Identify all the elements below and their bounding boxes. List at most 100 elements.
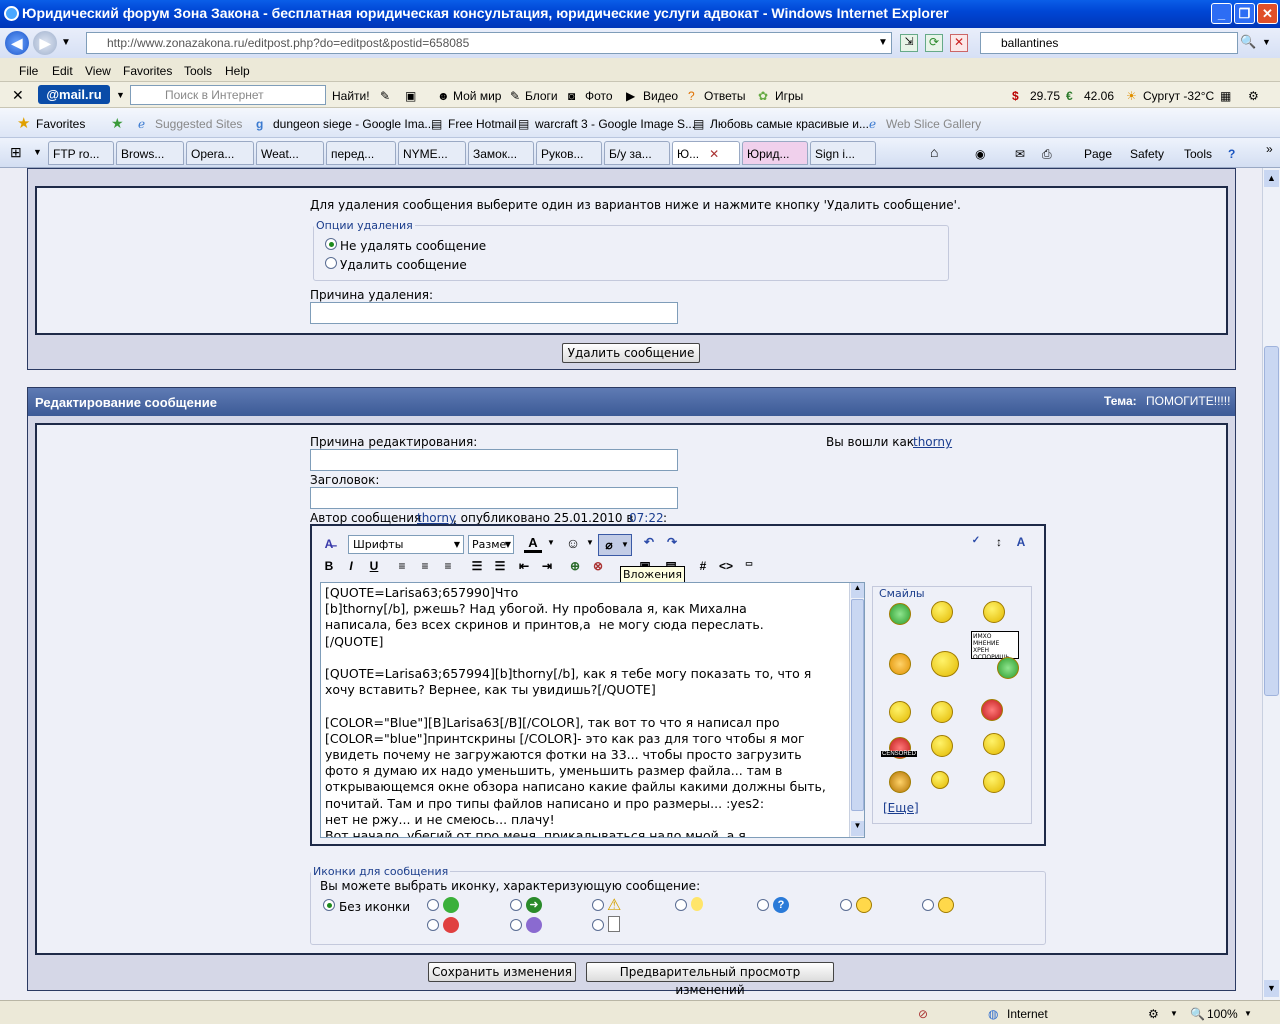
size-select[interactable]: Разме ▼ bbox=[468, 535, 514, 554]
italic-icon[interactable]: I bbox=[342, 559, 360, 573]
chevron-down-icon[interactable]: ▼ bbox=[1170, 1009, 1178, 1018]
mailru-find-button[interactable]: Найти! bbox=[332, 89, 370, 103]
logged-in-user-link[interactable]: thorny bbox=[913, 435, 952, 449]
attachment-button[interactable]: ⌀ ▼ bbox=[598, 534, 632, 556]
tab-active[interactable]: Ю... ✕ bbox=[672, 141, 740, 165]
fav-item-suggested[interactable]: Suggested Sites bbox=[155, 117, 242, 131]
tab-nyme[interactable]: NYME... bbox=[398, 141, 466, 165]
wave-smiley-icon[interactable] bbox=[931, 735, 953, 757]
roll-smiley-icon[interactable] bbox=[931, 601, 953, 623]
highlight-icon[interactable]: ✎ bbox=[380, 89, 390, 103]
bold-icon[interactable]: B bbox=[320, 559, 338, 573]
refresh-icon[interactable]: ⟳ bbox=[925, 34, 943, 52]
tab-zamok[interactable]: Замок... bbox=[468, 141, 534, 165]
more-icon[interactable]: » bbox=[1266, 142, 1273, 156]
icon-radio-arrow[interactable] bbox=[510, 899, 522, 911]
page-icon[interactable]: ▣ bbox=[405, 89, 416, 103]
page-scroll-thumb[interactable] bbox=[1264, 346, 1279, 696]
url-input[interactable]: http://www.zonazakona.ru/editpost.php?do… bbox=[86, 32, 892, 54]
mailru-item-video[interactable]: Видео bbox=[643, 89, 678, 103]
underline-icon[interactable]: U bbox=[365, 559, 383, 573]
options-icon[interactable]: ⚙ bbox=[1248, 89, 1259, 103]
dance-smiley-icon[interactable] bbox=[931, 701, 953, 723]
fav-item-warcraft[interactable]: warcraft 3 - Google Image S... bbox=[535, 117, 695, 131]
icon-radio-idea[interactable] bbox=[675, 899, 687, 911]
code-icon[interactable]: <> bbox=[717, 559, 735, 573]
tab-bu[interactable]: Б/у за... bbox=[604, 141, 670, 165]
cool-smiley-icon[interactable] bbox=[931, 651, 959, 677]
search-icon[interactable]: 🔍 bbox=[1240, 34, 1256, 50]
edit-reason-input[interactable] bbox=[310, 449, 678, 471]
chevron-down-icon[interactable]: ▼ bbox=[581, 538, 599, 547]
imho-sign-icon[interactable]: ИМХО МНЕНИЕ ХРЕН ОСПОРИШЬ bbox=[971, 631, 1019, 661]
tab-list-icon[interactable]: ▼ bbox=[33, 147, 42, 157]
mailru-dropdown-icon[interactable]: ▼ bbox=[116, 90, 125, 100]
page-scrollbar[interactable]: ▲ ▼ bbox=[1262, 168, 1280, 1000]
cowboy-smiley-icon[interactable] bbox=[889, 771, 911, 793]
mail-icon[interactable]: ✉ bbox=[1015, 147, 1025, 161]
spellcheck-icon[interactable]: ✓ bbox=[967, 535, 985, 546]
add-favorite-icon[interactable]: ★ bbox=[111, 115, 124, 132]
safety-menu[interactable]: Safety bbox=[1130, 147, 1164, 161]
insert-link-icon[interactable]: ⊕ bbox=[566, 559, 584, 573]
stop-icon[interactable]: ✕ bbox=[950, 34, 968, 52]
mailru-search-input[interactable]: Поиск в Интернет bbox=[130, 85, 326, 105]
fav-item-dungeon[interactable]: dungeon siege - Google Ima... bbox=[273, 117, 434, 131]
icon-radio-angry[interactable] bbox=[427, 919, 439, 931]
radio-keep-message[interactable] bbox=[325, 238, 337, 250]
toolbar-close-icon[interactable]: ✕ bbox=[12, 87, 24, 104]
tab-close-icon[interactable]: ✕ bbox=[709, 147, 719, 161]
popup-blocker-icon[interactable]: ⊘ bbox=[918, 1007, 928, 1021]
chevron-down-icon[interactable]: ▼ bbox=[542, 538, 560, 547]
close-button[interactable]: ✕ bbox=[1257, 3, 1278, 24]
smiley-icon[interactable]: ☺ bbox=[564, 535, 582, 551]
tab-rukov[interactable]: Руков... bbox=[536, 141, 602, 165]
icon-radio-warning[interactable] bbox=[592, 899, 604, 911]
message-editor[interactable]: [QUOTE=Larisa63;657990]Что [b]thorny[/b]… bbox=[320, 582, 865, 838]
save-changes-button[interactable]: Сохранить изменения bbox=[428, 962, 576, 982]
mailru-item-myworld[interactable]: Мой мир bbox=[453, 89, 501, 103]
weather-text[interactable]: Сургут -32°C bbox=[1143, 89, 1214, 103]
ordered-list-icon[interactable]: ☰ bbox=[468, 559, 486, 573]
text-color-icon[interactable]: A bbox=[524, 535, 542, 553]
feeds-icon[interactable]: ◉ bbox=[975, 147, 985, 161]
compatibility-icon[interactable]: ⇲ bbox=[900, 34, 918, 52]
remove-link-icon[interactable]: ⊗ bbox=[589, 559, 607, 573]
redo-icon[interactable]: ↷ bbox=[663, 535, 681, 549]
tab-browser[interactable]: Brows... bbox=[116, 141, 184, 165]
maximize-button[interactable]: ❐ bbox=[1234, 3, 1255, 24]
fav-item-love[interactable]: Любовь самые красивые и... bbox=[710, 117, 869, 131]
align-right-icon[interactable]: ≡ bbox=[439, 559, 457, 573]
fav-item-webslice[interactable]: Web Slice Gallery bbox=[886, 117, 981, 131]
page-menu[interactable]: Page bbox=[1084, 147, 1112, 161]
editor-scroll-thumb[interactable] bbox=[851, 599, 864, 811]
more-smilies-link[interactable]: [Еще] bbox=[883, 801, 919, 815]
sign-smiley-icon[interactable] bbox=[997, 657, 1019, 679]
icon-radio-none[interactable] bbox=[323, 899, 335, 911]
history-dropdown-icon[interactable]: ▼ bbox=[61, 37, 71, 48]
think-smiley-icon[interactable] bbox=[931, 771, 949, 789]
yahoo-smiley-icon[interactable] bbox=[983, 733, 1005, 755]
icon-radio-note[interactable] bbox=[592, 919, 604, 931]
scroll-up-icon[interactable]: ▲ bbox=[1264, 170, 1279, 187]
help-icon[interactable]: ? bbox=[1228, 147, 1235, 161]
settings-icon[interactable]: ▦ bbox=[1220, 89, 1231, 103]
indent-icon[interactable]: ⇥ bbox=[538, 559, 556, 573]
icon-radio-question[interactable] bbox=[757, 899, 769, 911]
smile-smiley-icon[interactable] bbox=[983, 601, 1005, 623]
php-icon[interactable]: ▭ bbox=[740, 559, 758, 568]
preview-changes-button[interactable]: Предварительный просмотр изменений bbox=[586, 962, 834, 997]
icon-radio-grin[interactable] bbox=[427, 899, 439, 911]
tab-yurid[interactable]: Юрид... bbox=[742, 141, 808, 165]
quick-tabs-icon[interactable]: ⊞ bbox=[10, 144, 22, 161]
delete-reason-input[interactable] bbox=[310, 302, 678, 324]
mailru-item-blogs[interactable]: Блоги bbox=[525, 89, 558, 103]
menu-help[interactable]: Help bbox=[225, 64, 250, 78]
fav-item-hotmail[interactable]: Free Hotmail bbox=[448, 117, 517, 131]
favorites-button[interactable]: Favorites bbox=[36, 117, 85, 131]
tab-weather[interactable]: Weat... bbox=[256, 141, 324, 165]
radio-delete-message[interactable] bbox=[325, 257, 337, 269]
scroll-down-icon[interactable]: ▼ bbox=[1264, 980, 1279, 997]
tools-menu[interactable]: Tools bbox=[1184, 147, 1212, 161]
angry-smiley-icon[interactable] bbox=[889, 653, 911, 675]
